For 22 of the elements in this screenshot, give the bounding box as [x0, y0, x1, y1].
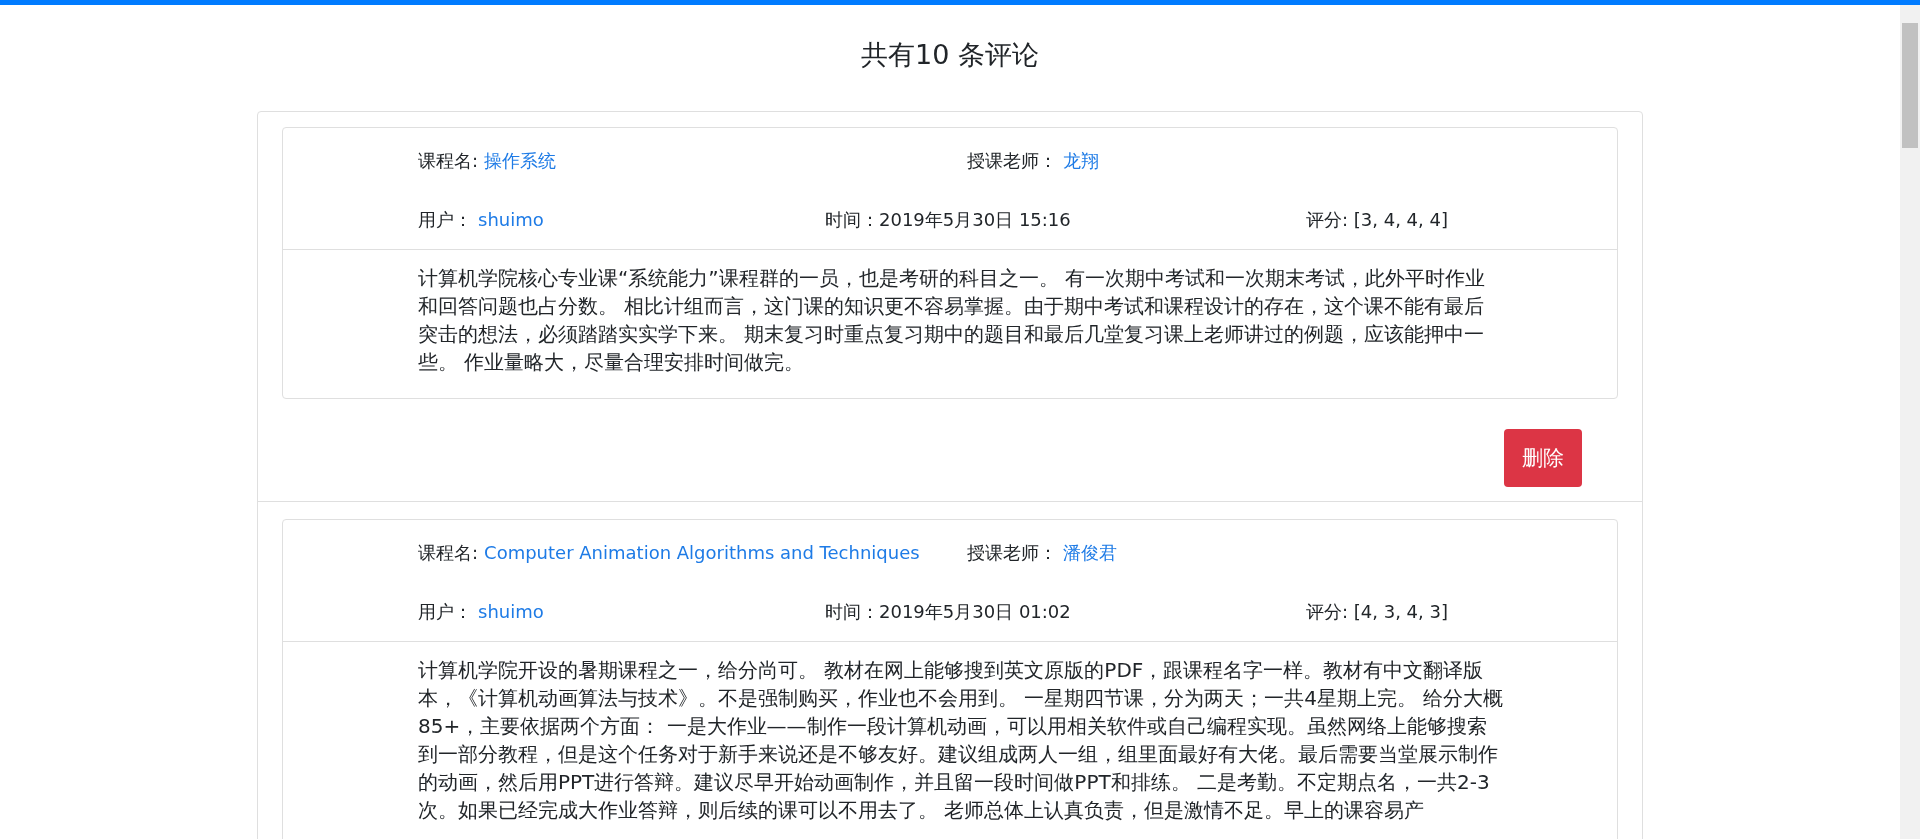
comment-time: 时间：2019年5月30日 15:16: [825, 208, 1071, 232]
course-label: 课程名:: [418, 149, 479, 173]
course-link[interactable]: Computer Animation Algorithms and Techniques: [484, 538, 920, 568]
user-label: 用户：: [418, 208, 472, 232]
comment-text: 计算机学院核心专业课“系统能力”课程群的一员，也是考研的科目之一。 有一次期中考试和一次期末考试，此外平时作业和回答问题也占分数。 相比计组而言，这门课的知识更不容易掌握。由于期中考试和课程设计的存在，这个课不能有最后突击的想法，必须踏踏实实学下来。 期末复习时重点复习期中的题目和最后几堂复习课上老师讲过的例题，应该能押中一些。 作业量略大，尽量合理安排时间做完。: [418, 265, 1487, 376]
page-title: 共有10 条评论: [860, 38, 1040, 72]
rating-scores: 评分: [4, 3, 4, 3]: [1306, 600, 1448, 624]
scrollbar[interactable]: [1900, 5, 1920, 839]
teacher-label: 授课老师：: [967, 149, 1057, 173]
delete-button[interactable]: 删除: [1504, 429, 1582, 487]
teacher-link[interactable]: 潘俊君: [1063, 538, 1117, 568]
teacher-link[interactable]: 龙翔: [1063, 146, 1099, 176]
user-link[interactable]: shuimo: [478, 205, 544, 235]
user-label: 用户：: [418, 600, 472, 624]
course-label: 课程名:: [418, 541, 479, 565]
teacher-label: 授课老师：: [967, 541, 1057, 565]
course-link[interactable]: 操作系统: [484, 146, 557, 176]
scrollbar-thumb[interactable]: [1902, 23, 1918, 148]
user-link[interactable]: shuimo: [478, 597, 544, 627]
comment-text: 计算机学院开设的暑期课程之一，给分尚可。 教材在网上能够搜到英文原版的PDF，跟课程名字一样。教材有中文翻译版本，《计算机动画算法与技术》。不是强制购买，作业也不会用到。 一星期四节课，分为两天；一共4星期上完。 给分大概85+，主要依据两个方面： 一是大作业——制作一段计算机动画，可以用相关软件或自己编程实现。虽然网络上能够搜索到一部分教程，但是这个任务对于新手来说还是不够友好。建议组成两人一组，组里面最好有大佬。最后需要当堂展示制作的动画，然后用PPT进行答辩。建议尽早开始动画制作，并且留一段时间做PPT和排练。 二是考勤。不定期点名，一共2-3次。如果已经完成大作业答辩，则后续的课可以不用去了。 老师总体上认真负责，但是激情不足。早上的课容易产: [418, 657, 1504, 824]
rating-scores: 评分: [3, 4, 4, 4]: [1306, 208, 1448, 232]
comment-time: 时间：2019年5月30日 01:02: [825, 600, 1071, 624]
